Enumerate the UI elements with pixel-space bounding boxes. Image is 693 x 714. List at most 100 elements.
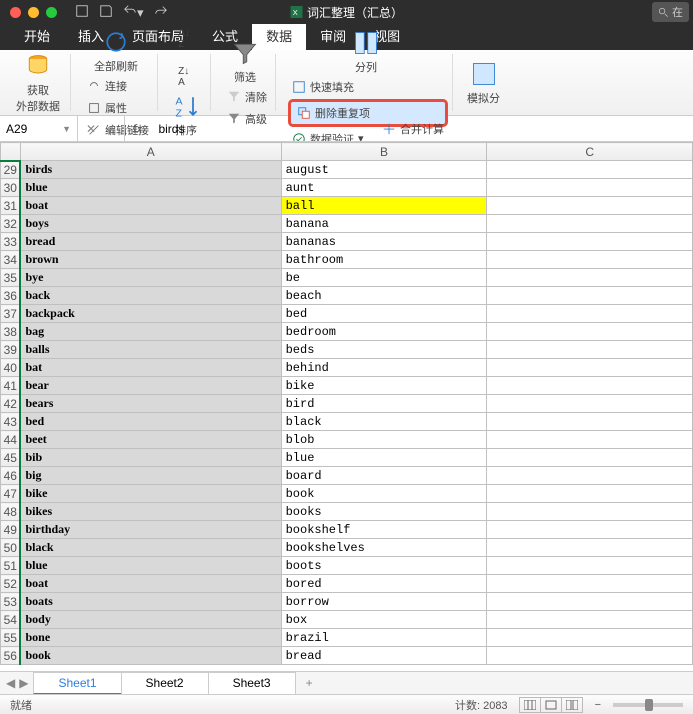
cell[interactable]: bat <box>20 359 281 377</box>
cell[interactable]: bread <box>281 647 487 665</box>
row-header[interactable]: 34 <box>1 251 21 269</box>
cell[interactable]: bib <box>20 449 281 467</box>
cell[interactable] <box>487 395 693 413</box>
row-header[interactable]: 29 <box>1 161 21 179</box>
cell[interactable]: book <box>20 647 281 665</box>
cancel-formula-icon[interactable]: ✕ <box>86 122 96 136</box>
filter-button[interactable]: 筛选 <box>225 37 265 87</box>
home-icon[interactable] <box>75 4 89 21</box>
cell[interactable] <box>487 485 693 503</box>
cell[interactable]: blue <box>20 179 281 197</box>
get-external-data-button[interactable]: 获取 外部数据 <box>10 50 66 116</box>
row-header[interactable]: 40 <box>1 359 21 377</box>
tab-开始[interactable]: 开始 <box>10 21 64 50</box>
row-header[interactable]: 44 <box>1 431 21 449</box>
cell[interactable] <box>487 197 693 215</box>
row-header[interactable]: 31 <box>1 197 21 215</box>
cell[interactable]: bike <box>20 485 281 503</box>
add-sheet-button[interactable]: + <box>296 673 323 693</box>
chevron-down-icon[interactable]: ▼ <box>62 124 71 134</box>
cell[interactable]: bike <box>281 377 487 395</box>
cell[interactable] <box>487 161 693 179</box>
row-header[interactable]: 39 <box>1 341 21 359</box>
row-header[interactable]: 38 <box>1 323 21 341</box>
cell[interactable]: beach <box>281 287 487 305</box>
cell[interactable] <box>487 503 693 521</box>
cell[interactable]: brazil <box>281 629 487 647</box>
row-header[interactable]: 48 <box>1 503 21 521</box>
clear-filter-button[interactable]: 清除 <box>223 87 271 107</box>
column-header-B[interactable]: B <box>281 143 487 161</box>
cell[interactable]: bears <box>20 395 281 413</box>
cell[interactable]: aunt <box>281 179 487 197</box>
sort-desc-button[interactable]: Z↓A <box>174 64 194 90</box>
cell[interactable]: birthday <box>20 521 281 539</box>
cell[interactable]: bikes <box>20 503 281 521</box>
what-if-button[interactable]: 模拟分 <box>461 58 506 108</box>
cell[interactable]: august <box>281 161 487 179</box>
cell[interactable]: boat <box>20 197 281 215</box>
cell[interactable]: birds <box>20 161 281 179</box>
cell[interactable]: blue <box>20 557 281 575</box>
cell[interactable]: beet <box>20 431 281 449</box>
sheet-prev-icon[interactable]: ◀ <box>6 676 15 690</box>
cell[interactable] <box>487 233 693 251</box>
cell[interactable] <box>487 611 693 629</box>
cell[interactable]: blob <box>281 431 487 449</box>
cell[interactable]: blue <box>281 449 487 467</box>
cell[interactable]: bone <box>20 629 281 647</box>
row-header[interactable]: 50 <box>1 539 21 557</box>
cell[interactable] <box>487 413 693 431</box>
zoom-out-button[interactable]: − <box>595 699 601 711</box>
cell[interactable]: board <box>281 467 487 485</box>
save-icon[interactable] <box>99 4 113 21</box>
cell[interactable]: bed <box>20 413 281 431</box>
cell[interactable] <box>487 215 693 233</box>
cell[interactable] <box>487 593 693 611</box>
row-header[interactable]: 42 <box>1 395 21 413</box>
page-break-view-button[interactable] <box>561 697 583 713</box>
row-header[interactable]: 37 <box>1 305 21 323</box>
cell[interactable] <box>487 647 693 665</box>
cell[interactable]: bedroom <box>281 323 487 341</box>
text-to-columns-button[interactable]: 分列 <box>346 27 386 77</box>
undo-icon[interactable]: ▾ <box>123 3 144 21</box>
connections-button[interactable]: 连接 <box>83 76 153 96</box>
search-box[interactable]: 在 <box>652 2 689 22</box>
row-header[interactable]: 52 <box>1 575 21 593</box>
cell[interactable]: ball <box>281 197 487 215</box>
row-header[interactable]: 45 <box>1 449 21 467</box>
cell[interactable]: banana <box>281 215 487 233</box>
row-header[interactable]: 30 <box>1 179 21 197</box>
cell[interactable]: books <box>281 503 487 521</box>
row-header[interactable]: 35 <box>1 269 21 287</box>
row-header[interactable]: 36 <box>1 287 21 305</box>
cell[interactable]: boots <box>281 557 487 575</box>
maximize-window-button[interactable] <box>46 7 57 18</box>
cell[interactable]: big <box>20 467 281 485</box>
spreadsheet-grid[interactable]: ABC 29birdsaugust30blueaunt31boatball32b… <box>0 142 693 671</box>
cell[interactable]: bookshelf <box>281 521 487 539</box>
minimize-window-button[interactable] <box>28 7 39 18</box>
cell[interactable] <box>487 629 693 647</box>
cell[interactable] <box>487 341 693 359</box>
cell[interactable]: bird <box>281 395 487 413</box>
name-box[interactable]: A29 ▼ <box>0 116 78 141</box>
cell[interactable]: boats <box>20 593 281 611</box>
cell[interactable]: bored <box>281 575 487 593</box>
cell[interactable] <box>487 521 693 539</box>
accept-formula-icon[interactable]: ✓ <box>106 122 116 136</box>
row-header[interactable]: 49 <box>1 521 21 539</box>
row-header[interactable]: 55 <box>1 629 21 647</box>
cell[interactable]: bag <box>20 323 281 341</box>
cell[interactable]: box <box>281 611 487 629</box>
sheet-next-icon[interactable]: ▶ <box>19 676 28 690</box>
cell[interactable] <box>487 287 693 305</box>
cell[interactable]: bed <box>281 305 487 323</box>
cell[interactable]: bananas <box>281 233 487 251</box>
page-layout-view-button[interactable] <box>540 697 562 713</box>
close-window-button[interactable] <box>10 7 21 18</box>
zoom-slider[interactable] <box>613 703 683 707</box>
row-header[interactable]: 47 <box>1 485 21 503</box>
cell[interactable]: behind <box>281 359 487 377</box>
